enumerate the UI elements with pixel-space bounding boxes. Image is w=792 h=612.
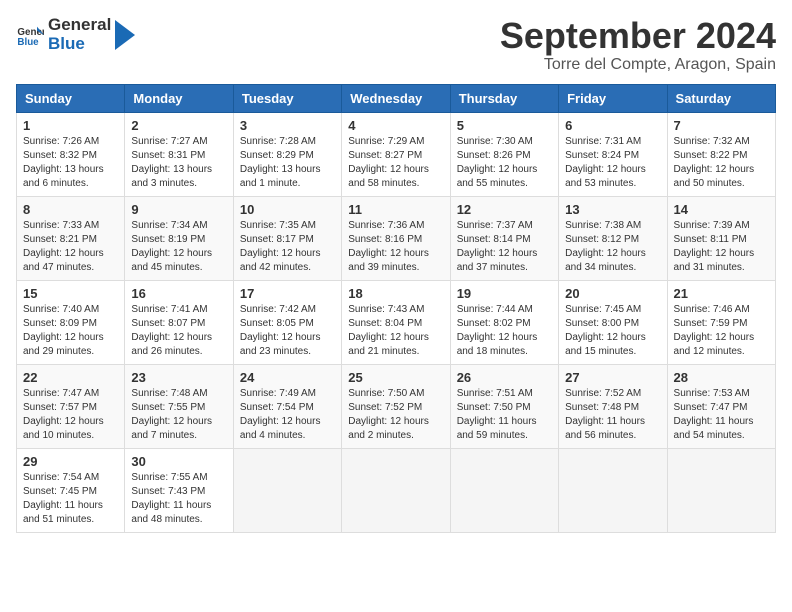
day-cell-11: 11 Sunrise: 7:36 AMSunset: 8:16 PMDaylig…: [342, 196, 450, 280]
logo: General Blue General Blue: [16, 16, 135, 53]
day-cell-19: 19 Sunrise: 7:44 AMSunset: 8:02 PMDaylig…: [450, 280, 558, 364]
day-cell-20: 20 Sunrise: 7:45 AMSunset: 8:00 PMDaylig…: [559, 280, 667, 364]
logo-general-text: General: [48, 16, 111, 35]
day-cell-4: 4 Sunrise: 7:29 AMSunset: 8:27 PMDayligh…: [342, 112, 450, 196]
day-cell-3: 3 Sunrise: 7:28 AMSunset: 8:29 PMDayligh…: [233, 112, 341, 196]
day-cell-25: 25 Sunrise: 7:50 AMSunset: 7:52 PMDaylig…: [342, 364, 450, 448]
day-cell-29: 29 Sunrise: 7:54 AMSunset: 7:45 PMDaylig…: [17, 448, 125, 532]
month-title: September 2024: [500, 16, 776, 56]
header: General Blue General Blue September 2024…: [16, 16, 776, 74]
svg-text:Blue: Blue: [17, 36, 39, 47]
day-cell-30: 30 Sunrise: 7:55 AMSunset: 7:43 PMDaylig…: [125, 448, 233, 532]
day-cell-17: 17 Sunrise: 7:42 AMSunset: 8:05 PMDaylig…: [233, 280, 341, 364]
header-wednesday: Wednesday: [342, 84, 450, 112]
day-cell-26: 26 Sunrise: 7:51 AMSunset: 7:50 PMDaylig…: [450, 364, 558, 448]
logo-blue-text: Blue: [48, 35, 111, 54]
header-saturday: Saturday: [667, 84, 775, 112]
day-cell-21: 21 Sunrise: 7:46 AMSunset: 7:59 PMDaylig…: [667, 280, 775, 364]
day-cell-13: 13 Sunrise: 7:38 AMSunset: 8:12 PMDaylig…: [559, 196, 667, 280]
day-cell-24: 24 Sunrise: 7:49 AMSunset: 7:54 PMDaylig…: [233, 364, 341, 448]
header-tuesday: Tuesday: [233, 84, 341, 112]
week-row-3: 15 Sunrise: 7:40 AMSunset: 8:09 PMDaylig…: [17, 280, 776, 364]
day-cell-14: 14 Sunrise: 7:39 AMSunset: 8:11 PMDaylig…: [667, 196, 775, 280]
logo-icon: General Blue: [16, 21, 44, 49]
day-cell-6: 6 Sunrise: 7:31 AMSunset: 8:24 PMDayligh…: [559, 112, 667, 196]
day-cell-23: 23 Sunrise: 7:48 AMSunset: 7:55 PMDaylig…: [125, 364, 233, 448]
calendar-header-row: Sunday Monday Tuesday Wednesday Thursday…: [17, 84, 776, 112]
day-cell-27: 27 Sunrise: 7:52 AMSunset: 7:48 PMDaylig…: [559, 364, 667, 448]
title-area: September 2024 Torre del Compte, Aragon,…: [500, 16, 776, 74]
week-row-1: 1 Sunrise: 7:26 AMSunset: 8:32 PMDayligh…: [17, 112, 776, 196]
day-cell-1: 1 Sunrise: 7:26 AMSunset: 8:32 PMDayligh…: [17, 112, 125, 196]
header-friday: Friday: [559, 84, 667, 112]
day-cell-empty-1: [233, 448, 341, 532]
day-cell-5: 5 Sunrise: 7:30 AMSunset: 8:26 PMDayligh…: [450, 112, 558, 196]
header-thursday: Thursday: [450, 84, 558, 112]
day-cell-empty-2: [342, 448, 450, 532]
logo-arrow-icon: [115, 20, 135, 50]
day-cell-empty-3: [450, 448, 558, 532]
week-row-2: 8 Sunrise: 7:33 AMSunset: 8:21 PMDayligh…: [17, 196, 776, 280]
day-cell-18: 18 Sunrise: 7:43 AMSunset: 8:04 PMDaylig…: [342, 280, 450, 364]
day-cell-28: 28 Sunrise: 7:53 AMSunset: 7:47 PMDaylig…: [667, 364, 775, 448]
day-cell-2: 2 Sunrise: 7:27 AMSunset: 8:31 PMDayligh…: [125, 112, 233, 196]
calendar-table: Sunday Monday Tuesday Wednesday Thursday…: [16, 84, 776, 533]
day-cell-7: 7 Sunrise: 7:32 AMSunset: 8:22 PMDayligh…: [667, 112, 775, 196]
day-cell-22: 22 Sunrise: 7:47 AMSunset: 7:57 PMDaylig…: [17, 364, 125, 448]
header-monday: Monday: [125, 84, 233, 112]
day-cell-10: 10 Sunrise: 7:35 AMSunset: 8:17 PMDaylig…: [233, 196, 341, 280]
week-row-5: 29 Sunrise: 7:54 AMSunset: 7:45 PMDaylig…: [17, 448, 776, 532]
location-title: Torre del Compte, Aragon, Spain: [500, 56, 776, 74]
day-cell-empty-5: [667, 448, 775, 532]
week-row-4: 22 Sunrise: 7:47 AMSunset: 7:57 PMDaylig…: [17, 364, 776, 448]
day-cell-empty-4: [559, 448, 667, 532]
day-cell-12: 12 Sunrise: 7:37 AMSunset: 8:14 PMDaylig…: [450, 196, 558, 280]
day-cell-15: 15 Sunrise: 7:40 AMSunset: 8:09 PMDaylig…: [17, 280, 125, 364]
day-cell-9: 9 Sunrise: 7:34 AMSunset: 8:19 PMDayligh…: [125, 196, 233, 280]
day-cell-8: 8 Sunrise: 7:33 AMSunset: 8:21 PMDayligh…: [17, 196, 125, 280]
day-cell-16: 16 Sunrise: 7:41 AMSunset: 8:07 PMDaylig…: [125, 280, 233, 364]
header-sunday: Sunday: [17, 84, 125, 112]
